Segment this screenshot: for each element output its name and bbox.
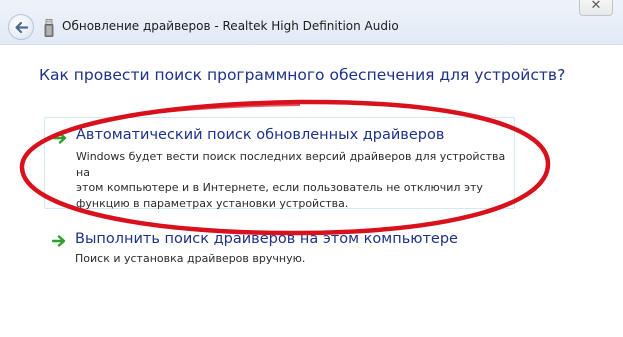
window-title: Обновление драйверов - Realtek High Defi… (62, 19, 399, 33)
green-arrow-icon (53, 132, 67, 144)
auto-search-option[interactable]: Автоматический поиск обновленных драйвер… (44, 117, 515, 210)
page-heading: Как провести поиск программного обеспече… (39, 66, 566, 84)
title-bar: Обновление драйверов - Realtek High Defi… (0, 0, 623, 45)
auto-search-description: Windows будет вести поиск последних верс… (76, 150, 506, 210)
driver-update-window: Обновление драйверов - Realtek High Defi… (0, 0, 623, 337)
manual-search-title: Выполнить поиск драйверов на этом компью… (75, 231, 458, 247)
close-icon: ✕ (590, 0, 602, 13)
auto-search-title: Автоматический поиск обновленных драйвер… (76, 127, 445, 143)
manual-search-option[interactable]: Выполнить поиск драйверов на этом компью… (44, 227, 515, 273)
green-arrow-icon (52, 235, 66, 247)
usb-device-icon (44, 19, 54, 37)
back-arrow-icon (15, 21, 29, 34)
close-button[interactable]: ✕ (579, 0, 613, 16)
back-button[interactable] (8, 14, 34, 40)
manual-search-description: Поиск и установка драйверов вручную. (75, 252, 306, 265)
